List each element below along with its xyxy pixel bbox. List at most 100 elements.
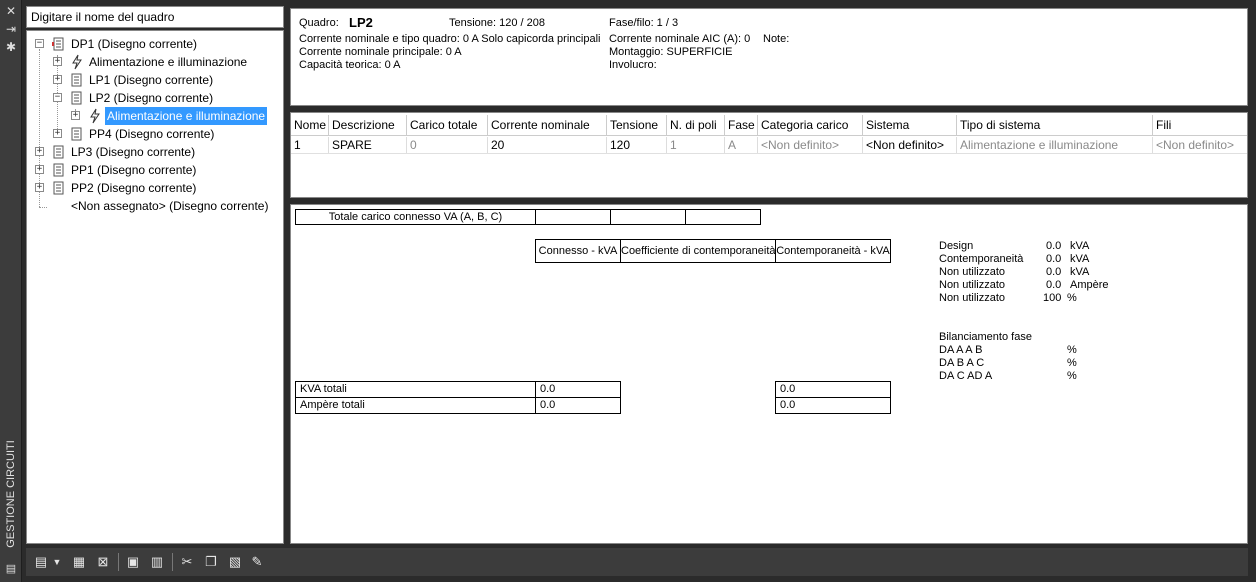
circuit-grid: Nome Descrizione Carico totale Corrente … <box>290 112 1248 198</box>
gear-icon[interactable]: ✱ <box>4 40 18 54</box>
design-value: 0.0 <box>1046 240 1062 252</box>
fase-filo-text: Fase/filo: 1 / 3 <box>609 17 679 29</box>
paste-icon[interactable]: ▧ <box>226 553 244 571</box>
col-fili[interactable]: Fili <box>1153 115 1247 135</box>
quadro-value: LP2 <box>349 15 373 30</box>
tree-node-lp2-alimentazione[interactable]: + Alimentazione e illuminazione <box>27 107 283 125</box>
cell-corrente-nominale[interactable]: 20 <box>488 137 607 153</box>
edit-icon[interactable]: ✎ <box>248 553 266 571</box>
corrente-tipo-text: Corrente nominale e tipo quadro: 0 A Sol… <box>299 33 601 45</box>
expand-icon[interactable]: + <box>53 129 62 138</box>
involucro-text: Involucro: <box>609 59 657 71</box>
design-unit: kVA <box>1070 240 1090 252</box>
kva-totali-connesso: 0.0 <box>535 381 621 398</box>
bil-ca-unit: % <box>1067 370 1077 382</box>
copy-icon[interactable]: ❐ <box>202 553 220 571</box>
new-panel-icon[interactable]: ▤ <box>32 553 50 571</box>
nonutil-kva-unit: kVA <box>1070 266 1090 278</box>
tree-node-dp1[interactable]: − DP1 (Disegno corrente) <box>27 35 283 53</box>
kva-totali-contemp: 0.0 <box>775 381 891 398</box>
nonutil-kva-label: Non utilizzato <box>939 266 1006 278</box>
col-tipo-sistema[interactable]: Tipo di sistema <box>957 115 1153 135</box>
panel-search-input[interactable]: Digitare il nome del quadro <box>26 6 284 28</box>
col-corrente-nominale[interactable]: Corrente nominale <box>488 115 607 135</box>
panel-info: Quadro: LP2 Tensione: 120 / 208 Fase/fil… <box>290 8 1248 106</box>
lightning-icon <box>90 108 100 124</box>
totale-carico-a <box>535 209 611 225</box>
palette-title-strip: ✕ ⇥ ✱ GESTIONE CIRCUITI ▤ <box>0 0 22 582</box>
nonutil-amp-value: 0.0 <box>1046 279 1062 291</box>
cell-categoria[interactable]: <Non definito> <box>758 137 863 153</box>
nonutil-pct-label: Non utilizzato <box>939 292 1006 304</box>
bil-ca-label: DA C AD A <box>939 370 993 382</box>
tree-node-lp2[interactable]: − LP2 (Disegno corrente) <box>27 89 283 107</box>
panel-icon <box>53 145 64 159</box>
cell-descrizione[interactable]: SPARE <box>329 137 407 153</box>
ampere-totali-connesso: 0.0 <box>535 397 621 414</box>
col-sistema[interactable]: Sistema <box>863 115 957 135</box>
palette-title: GESTIONE CIRCUITI <box>5 440 17 548</box>
contemp-label: Contemporaneità <box>939 253 1024 265</box>
tree-node-lp3[interactable]: + LP3 (Disegno corrente) <box>27 143 283 161</box>
expand-icon[interactable]: + <box>53 75 62 84</box>
expand-icon[interactable]: + <box>35 183 44 192</box>
cell-nome[interactable]: 1 <box>291 137 329 153</box>
expand-icon[interactable]: + <box>53 57 62 66</box>
panel-menu-icon[interactable]: ▤ <box>4 562 18 576</box>
cell-sistema[interactable]: <Non definito> <box>863 137 957 153</box>
expand-icon[interactable]: + <box>71 111 80 120</box>
tree-node-pp4[interactable]: + PP4 (Disegno corrente) <box>27 125 283 143</box>
bil-ab-unit: % <box>1067 344 1077 356</box>
montaggio-text: Montaggio: SUPERFICIE <box>609 46 733 58</box>
panel-tree: − DP1 (Disegno corrente) + Alimentazione… <box>26 30 284 544</box>
col-nome[interactable]: Nome <box>291 115 329 135</box>
tree-node-dp1-alimentazione[interactable]: + Alimentazione e illuminazione <box>27 53 283 71</box>
dropdown-arrow-icon[interactable]: ▼ <box>52 553 62 571</box>
corrente-principale-text: Corrente nominale principale: 0 A <box>299 46 462 58</box>
nonutil-kva-value: 0.0 <box>1046 266 1062 278</box>
tree-node-non-assegnato[interactable]: <Non assegnato> (Disegno corrente) <box>27 197 283 215</box>
cell-tensione[interactable]: 120 <box>607 137 667 153</box>
cut-icon[interactable]: ✂ <box>178 553 196 571</box>
col-carico-totale[interactable]: Carico totale <box>407 115 488 135</box>
contemp-value: 0.0 <box>1046 253 1062 265</box>
copy-panel-icon[interactable]: ▣ <box>124 553 142 571</box>
cell-fili[interactable]: <Non definito> <box>1153 137 1247 153</box>
note-label: Note: <box>763 33 790 45</box>
capacita-text: Capacità teorica: 0 A <box>299 59 401 71</box>
col-poli[interactable]: N. di poli <box>667 115 725 135</box>
col-fase[interactable]: Fase <box>725 115 758 135</box>
panel-icon <box>71 127 82 141</box>
new-circuit-icon[interactable]: ▦ <box>70 553 88 571</box>
ampere-totali-contemp: 0.0 <box>775 397 891 414</box>
panel-icon <box>53 181 64 195</box>
quadro-label: Quadro: <box>299 17 339 29</box>
cell-fase: A <box>725 137 758 153</box>
bottom-toolbar: ▤ ▼ ▦ ⊠ ▣ ▥ ✂ ❐ ▧ ✎ <box>26 548 1248 576</box>
nonutil-amp-label: Non utilizzato <box>939 279 1006 291</box>
col-descrizione[interactable]: Descrizione <box>329 115 407 135</box>
expand-icon[interactable]: + <box>35 165 44 174</box>
col-tensione[interactable]: Tensione <box>607 115 667 135</box>
col-coefficiente: Coefficiente di contemporaneità <box>620 239 776 263</box>
ampere-totali-label: Ampère totali <box>295 397 536 414</box>
collapse-icon[interactable]: − <box>53 93 62 102</box>
paste-panel-icon[interactable]: ▥ <box>148 553 166 571</box>
nonutil-pct-unit: % <box>1067 292 1077 304</box>
pin-icon[interactable]: ⇥ <box>4 22 18 36</box>
tree-node-pp2[interactable]: + PP2 (Disegno corrente) <box>27 179 283 197</box>
nonutil-amp-unit: Ampère <box>1070 279 1109 291</box>
tree-node-lp1[interactable]: + LP1 (Disegno corrente) <box>27 71 283 89</box>
expand-icon[interactable]: + <box>35 147 44 156</box>
collapse-icon[interactable]: − <box>35 39 44 48</box>
bil-ab-label: DA A A B <box>939 344 983 356</box>
panel-icon <box>53 163 64 177</box>
tree-node-pp1[interactable]: + PP1 (Disegno corrente) <box>27 161 283 179</box>
totale-carico-b <box>610 209 686 225</box>
close-icon[interactable]: ✕ <box>4 4 18 18</box>
col-categoria[interactable]: Categoria carico <box>758 115 863 135</box>
panel-icon <box>71 91 82 105</box>
col-contemporaneita-kva: Contemporaneità - kVA <box>775 239 891 263</box>
corrente-aic-text: Corrente nominale AIC (A): 0 <box>609 33 751 45</box>
delete-circuit-icon[interactable]: ⊠ <box>94 553 112 571</box>
